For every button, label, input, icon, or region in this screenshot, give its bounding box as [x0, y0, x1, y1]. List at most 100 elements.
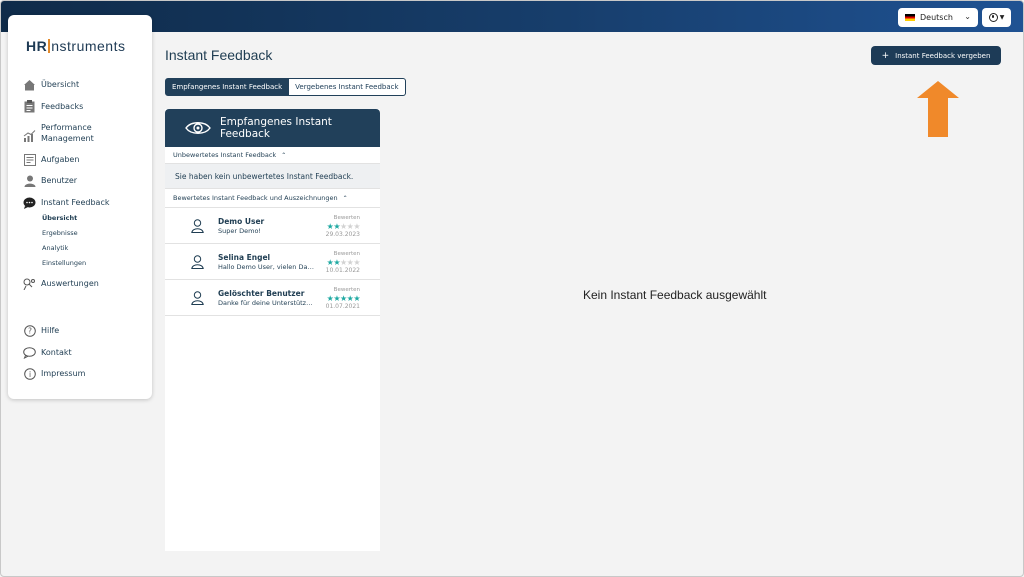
svg-text:i: i: [28, 369, 30, 378]
star-filled-icon[interactable]: ★: [333, 258, 340, 267]
unrated-empty-message: Sie haben kein unbewertetes Instant Feed…: [165, 164, 380, 189]
chat-bubble-icon: [23, 196, 36, 209]
feedback-sender: Demo User: [218, 217, 265, 226]
star-filled-icon[interactable]: ★: [340, 294, 347, 303]
sidebar-item-aufgaben[interactable]: Aufgaben: [23, 153, 79, 166]
star-rating[interactable]: ★★★★★: [327, 222, 361, 231]
sidebar-item-label: Feedbacks: [41, 102, 84, 111]
empty-selection-message: Kein Instant Feedback ausgewählt: [583, 288, 767, 302]
sidebar-item-performance[interactable]: Performance Management: [23, 122, 101, 144]
feedback-row[interactable]: Gelöschter Benutzer Danke für deine Unte…: [165, 280, 380, 316]
rated-section-label: Bewertetes Instant Feedback und Auszeich…: [173, 194, 338, 202]
sidebar-item-label: Benutzer: [41, 176, 78, 185]
unrated-section-label: Unbewertetes Instant Feedback: [173, 151, 277, 159]
give-instant-feedback-button[interactable]: + Instant Feedback vergeben: [871, 46, 1001, 65]
subnav-uebersicht[interactable]: Übersicht: [42, 214, 77, 222]
feedback-row[interactable]: Selina Engel Hallo Demo User, vielen Dan…: [165, 244, 380, 280]
chevron-up-icon: ⌃: [342, 194, 348, 202]
home-icon: [23, 78, 36, 91]
sidebar-item-label: Instant Feedback: [41, 198, 110, 207]
rated-section-toggle[interactable]: Bewertetes Instant Feedback und Auszeich…: [165, 189, 380, 208]
question-circle-icon: ?: [23, 324, 36, 337]
user-icon: [23, 174, 36, 187]
panel-title-line2: Feedback: [220, 128, 271, 140]
give-button-label: Instant Feedback vergeben: [895, 51, 991, 60]
language-label: Deutsch: [920, 13, 953, 22]
star-empty-icon[interactable]: ★: [353, 258, 360, 267]
feedback-row[interactable]: Demo User Super Demo! Bewerten ★★★★★ 29.…: [165, 208, 380, 244]
feedback-date: 10.01.2022: [325, 267, 360, 274]
rate-label[interactable]: Bewerten: [334, 251, 360, 257]
sidebar-item-kontakt[interactable]: Kontakt: [23, 346, 72, 359]
star-rating[interactable]: ★★★★★: [327, 258, 361, 267]
star-filled-icon[interactable]: ★: [353, 294, 360, 303]
caret-down-icon: ▼: [999, 14, 1005, 21]
sidebar-item-instant-feedback[interactable]: Instant Feedback: [23, 196, 109, 209]
star-filled-icon[interactable]: ★: [333, 294, 340, 303]
tab-received[interactable]: Empfangenes Instant Feedback: [165, 78, 290, 96]
sidebar-item-label: Hilfe: [41, 326, 60, 335]
logo-text-bold: HR: [26, 38, 48, 54]
user-outline-icon: [191, 255, 204, 269]
logo-text-light: nstruments: [51, 38, 126, 54]
sidebar-item-hilfe[interactable]: ? Hilfe: [23, 324, 59, 337]
feedback-sender: Gelöschter Benutzer: [218, 289, 305, 298]
up-arrow-annotation-icon: [917, 81, 959, 137]
panel-title-line1: Empfangenes Instant: [220, 116, 332, 128]
subnav-analytik[interactable]: Analytik: [42, 244, 68, 252]
panel-title: Empfangenes Instant Feedback: [220, 116, 332, 140]
feedback-date: 01.07.2021: [325, 303, 360, 310]
sidebar: HR nstruments Übersicht Feedbacks Perform…: [8, 15, 152, 399]
sidebar-item-feedbacks[interactable]: Feedbacks: [23, 100, 83, 113]
panel-header: Empfangenes Instant Feedback: [165, 109, 380, 147]
rate-label[interactable]: Bewerten: [334, 287, 360, 293]
clipboard-icon: [23, 100, 36, 113]
feedback-text: Hallo Demo User, vielen Dan...: [218, 263, 314, 271]
tab-given[interactable]: Vergebenes Instant Feedback: [289, 78, 406, 96]
feedback-date: 29.03.2023: [325, 231, 360, 238]
subnav-einstellungen[interactable]: Einstellungen: [42, 259, 86, 267]
feedback-sender: Selina Engel: [218, 253, 271, 262]
user-outline-icon: [191, 291, 204, 305]
german-flag-icon: [905, 14, 915, 21]
info-circle-icon: i: [23, 367, 36, 380]
sidebar-item-label: Aufgaben: [41, 155, 80, 164]
unrated-section-toggle[interactable]: Unbewertetes Instant Feedback ⌃: [165, 147, 380, 164]
rate-label[interactable]: Bewerten: [334, 215, 360, 221]
sidebar-item-auswertungen[interactable]: Auswertungen: [23, 277, 99, 290]
speech-bubble-icon: [23, 346, 36, 359]
subnav-ergebnisse[interactable]: Ergebnisse: [42, 229, 78, 237]
sidebar-item-label: Performance Management: [41, 123, 94, 143]
sidebar-item-impressum[interactable]: i Impressum: [23, 367, 85, 380]
feedback-list: Demo User Super Demo! Bewerten ★★★★★ 29.…: [165, 208, 380, 316]
chart-icon: [23, 129, 36, 142]
sidebar-item-benutzer[interactable]: Benutzer: [23, 174, 77, 187]
feedback-tabs: Empfangenes Instant Feedback Vergebenes …: [165, 78, 406, 96]
sidebar-item-label: Impressum: [41, 369, 86, 378]
sidebar-item-label: Kontakt: [41, 348, 72, 357]
chevron-down-icon: ⌄: [964, 12, 971, 21]
top-bar: Deutsch ⌄ ▼: [1, 1, 1023, 32]
language-select[interactable]: Deutsch ⌄: [898, 8, 978, 27]
star-empty-icon[interactable]: ★: [340, 222, 347, 231]
tasks-icon: [23, 153, 36, 166]
logo-bar: [48, 39, 51, 53]
star-rating[interactable]: ★★★★★: [327, 294, 361, 303]
page-title: Instant Feedback: [165, 47, 273, 63]
star-empty-icon[interactable]: ★: [340, 258, 347, 267]
plus-icon: +: [881, 50, 890, 61]
user-menu-button[interactable]: ▼: [982, 8, 1011, 27]
sidebar-item-uebersicht[interactable]: Übersicht: [23, 78, 79, 91]
star-empty-icon[interactable]: ★: [353, 222, 360, 231]
star-filled-icon[interactable]: ★: [333, 222, 340, 231]
eye-icon: [185, 122, 211, 134]
received-feedback-panel: Empfangenes Instant Feedback Unbewertete…: [165, 109, 380, 551]
chevron-up-icon: ⌃: [281, 151, 287, 159]
sidebar-item-label: Auswertungen: [41, 279, 99, 288]
feedback-text: Super Demo!: [218, 227, 262, 235]
user-outline-icon: [191, 219, 204, 233]
feedback-text: Danke für deine Unterstützu...: [218, 299, 314, 307]
svg-text:?: ?: [28, 326, 32, 335]
logo[interactable]: HR nstruments: [26, 38, 125, 54]
analytics-people-icon: [23, 277, 36, 290]
